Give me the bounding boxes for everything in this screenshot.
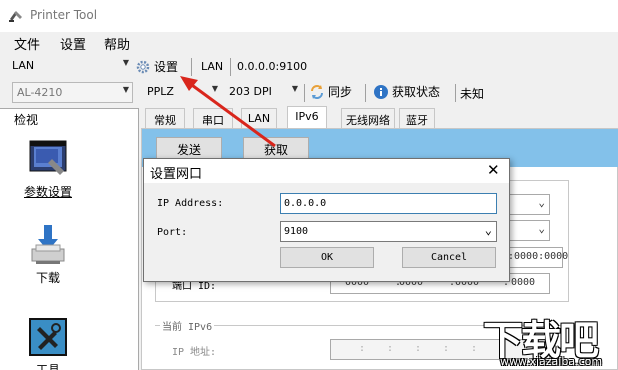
watermark-url: www.xiazaiba.com <box>500 355 603 368</box>
watermark: 下载吧 www.xiazaiba.com <box>475 308 618 370</box>
